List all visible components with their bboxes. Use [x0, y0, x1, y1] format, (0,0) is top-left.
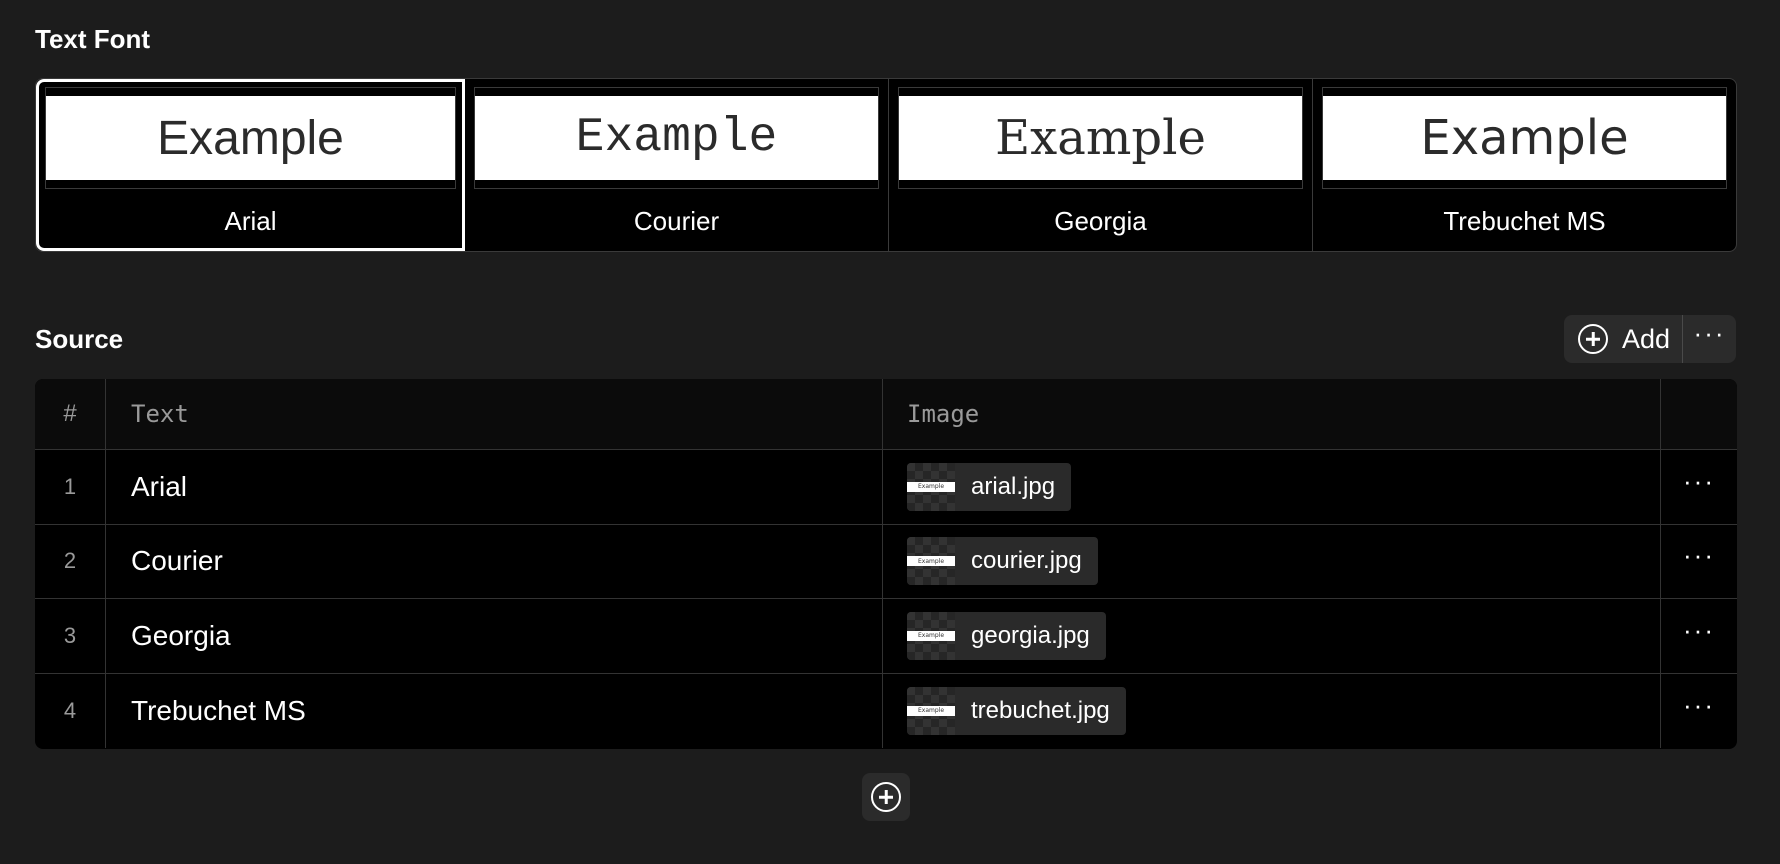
font-preview-text: Example: [1323, 96, 1726, 180]
header-num: #: [35, 379, 106, 449]
add-button-group: Add ···: [1564, 315, 1736, 363]
font-option-label: Georgia: [1054, 206, 1147, 236]
thumbnail-text: Example: [907, 556, 955, 567]
image-filename: georgia.jpg: [971, 621, 1090, 649]
image-thumbnail: Example: [907, 537, 955, 586]
font-picker: Example Arial Example Courier Example Ge…: [35, 78, 1737, 252]
header-image[interactable]: Image: [883, 379, 1661, 449]
ellipsis-icon: ···: [1683, 614, 1715, 645]
font-option-label: Courier: [633, 206, 720, 236]
thumbnail-text: Example: [907, 705, 955, 716]
plus-circle-icon: [871, 782, 901, 812]
font-option-label: Arial: [224, 206, 277, 236]
thumbnail-text: Example: [907, 481, 955, 492]
image-cell: Example georgia.jpg: [883, 599, 1661, 673]
text-cell[interactable]: Arial: [106, 450, 883, 524]
source-title: Source: [35, 324, 124, 354]
ellipsis-icon: ···: [1693, 318, 1726, 348]
image-filename: courier.jpg: [971, 547, 1082, 575]
header-text[interactable]: Text: [106, 379, 883, 449]
font-preview-text: Example: [46, 96, 455, 180]
image-filename: trebuchet.jpg: [971, 696, 1110, 724]
font-option-georgia[interactable]: Example Georgia: [889, 79, 1313, 251]
font-option-trebuchet[interactable]: Example Trebuchet MS: [1313, 79, 1736, 251]
image-cell: Example arial.jpg: [883, 450, 1661, 524]
more-options-button[interactable]: ···: [1683, 315, 1736, 363]
row-number: 3: [35, 599, 106, 673]
font-preview-text: Example: [475, 96, 878, 180]
image-file-chip[interactable]: Example arial.jpg: [907, 462, 1072, 511]
text-cell[interactable]: Georgia: [106, 599, 883, 673]
font-preview: Example: [474, 87, 879, 189]
image-file-chip[interactable]: Example georgia.jpg: [907, 611, 1106, 660]
text-cell[interactable]: Courier: [106, 524, 883, 598]
font-preview: Example: [45, 87, 456, 189]
font-preview: Example: [1322, 87, 1727, 189]
image-thumbnail: Example: [907, 611, 955, 660]
image-file-chip[interactable]: Example courier.jpg: [907, 537, 1098, 586]
source-table: # Text Image 1 Arial Example arial.jpg ·…: [35, 379, 1737, 749]
font-preview-text: Example: [899, 96, 1302, 180]
text-font-title: Text Font: [35, 24, 151, 54]
image-file-chip[interactable]: Example trebuchet.jpg: [907, 686, 1126, 735]
add-button-label: Add: [1622, 323, 1671, 354]
add-button[interactable]: Add: [1564, 315, 1684, 363]
thumbnail-text: Example: [907, 630, 955, 641]
ellipsis-icon: ···: [1683, 689, 1715, 720]
table-row: 3 Georgia Example georgia.jpg ···: [35, 599, 1737, 674]
plus-circle-icon: [1578, 324, 1608, 354]
row-number: 4: [35, 673, 106, 748]
row-menu-button[interactable]: ···: [1661, 599, 1737, 673]
row-menu-button[interactable]: ···: [1661, 674, 1737, 749]
table-row: 2 Courier Example courier.jpg ···: [35, 524, 1737, 599]
image-filename: arial.jpg: [971, 472, 1056, 500]
ellipsis-icon: ···: [1683, 540, 1715, 571]
text-cell[interactable]: Trebuchet MS: [106, 673, 883, 748]
table-header-row: # Text Image: [35, 379, 1737, 450]
table-row: 1 Arial Example arial.jpg ···: [35, 450, 1737, 525]
row-number: 1: [35, 450, 106, 524]
image-thumbnail: Example: [907, 686, 955, 735]
font-preview: Example: [898, 87, 1303, 189]
font-option-label: Trebuchet MS: [1443, 206, 1606, 236]
header-menu-cell: [1661, 379, 1737, 449]
row-number: 2: [35, 524, 106, 598]
row-menu-button[interactable]: ···: [1661, 450, 1737, 524]
image-cell: Example courier.jpg: [883, 524, 1661, 598]
image-cell: Example trebuchet.jpg: [883, 673, 1661, 748]
ellipsis-icon: ···: [1683, 465, 1715, 496]
image-thumbnail: Example: [907, 462, 955, 511]
font-option-courier[interactable]: Example Courier: [465, 79, 889, 251]
row-menu-button[interactable]: ···: [1661, 525, 1737, 599]
table-row: 4 Trebuchet MS Example trebuchet.jpg ···: [35, 673, 1737, 749]
add-row-button[interactable]: [862, 773, 910, 821]
font-option-arial[interactable]: Example Arial: [36, 79, 465, 251]
